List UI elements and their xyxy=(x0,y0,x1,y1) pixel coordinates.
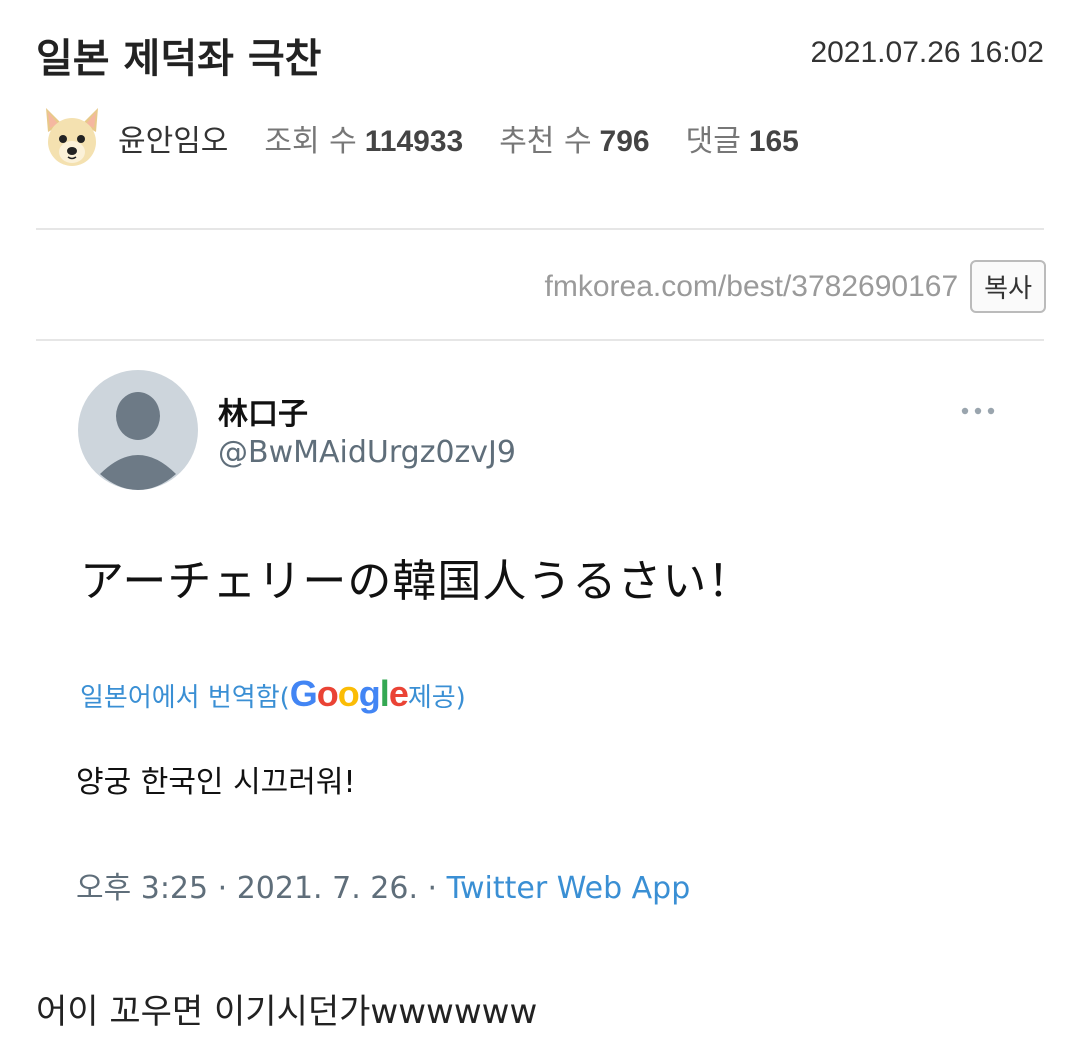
copy-url-button[interactable]: 복사 xyxy=(970,260,1046,313)
views-label: 조회 수 xyxy=(264,124,357,159)
post-date: 2021.07.26 16:02 xyxy=(810,36,1044,69)
more-options-icon[interactable] xyxy=(958,401,998,421)
default-profile-avatar-icon[interactable] xyxy=(78,370,198,490)
recommends-count: 796 xyxy=(599,125,650,158)
translated-from-label: 일본어에서 번역함( xyxy=(80,683,290,713)
translation-attribution[interactable]: 일본어에서 번역함( Google 제공) xyxy=(80,673,466,715)
comments-count: 165 xyxy=(748,125,799,158)
header-divider xyxy=(36,228,1044,230)
tweet-source-app[interactable]: Twitter Web App xyxy=(447,871,691,906)
tweet-author-handle[interactable]: @BwMAidUrgz0zvJ9 xyxy=(218,435,516,470)
tweet-author-name[interactable]: 林口子 xyxy=(218,389,308,433)
comments-stat: 댓글 165 xyxy=(686,116,799,160)
google-logo: Google xyxy=(289,673,409,715)
comments-label: 댓글 xyxy=(685,124,741,159)
views-count: 114933 xyxy=(364,125,464,158)
post-body-text: 어이 꼬우면 이기시던가wwwwww xyxy=(36,992,538,1032)
recommends-label: 추천 수 xyxy=(499,124,592,159)
google-letter: e xyxy=(388,673,409,714)
google-letter: o xyxy=(316,673,339,714)
url-row: fmkorea.com/best/3782690167 복사 xyxy=(545,260,1046,313)
provided-by-label: 제공) xyxy=(407,683,466,713)
google-letter: l xyxy=(379,673,390,714)
post-title: 일본 제덕좌 극찬 xyxy=(36,36,322,82)
tweet-text: アーチェリーの韓国人うるさい！ xyxy=(80,556,753,607)
author-avatar-icon[interactable] xyxy=(36,102,108,174)
translated-text: 양궁 한국인 시끄러워! xyxy=(76,765,356,800)
recommends-stat: 추천 수 796 xyxy=(499,116,649,160)
tweet-footer: 오후 3:25 · 2021. 7. 26. · Twitter Web App xyxy=(76,863,690,907)
google-letter: G xyxy=(289,673,318,714)
views-stat: 조회 수 114933 xyxy=(264,116,463,160)
post-url[interactable]: fmkorea.com/best/3782690167 xyxy=(545,270,959,304)
tweet-card: 林口子 @BwMAidUrgz0zvJ9 アーチェリーの韓国人うるさい！ 일본어… xyxy=(40,345,1040,935)
tweet-timestamp[interactable]: 오후 3:25 · 2021. 7. 26. · xyxy=(76,871,447,906)
url-divider xyxy=(36,339,1044,341)
google-letter: g xyxy=(358,673,381,714)
post-meta: 윤안임오 조회 수 114933 추천 수 796 댓글 165 xyxy=(36,102,799,174)
google-letter: o xyxy=(337,673,360,714)
author-name[interactable]: 윤안임오 xyxy=(118,116,228,160)
